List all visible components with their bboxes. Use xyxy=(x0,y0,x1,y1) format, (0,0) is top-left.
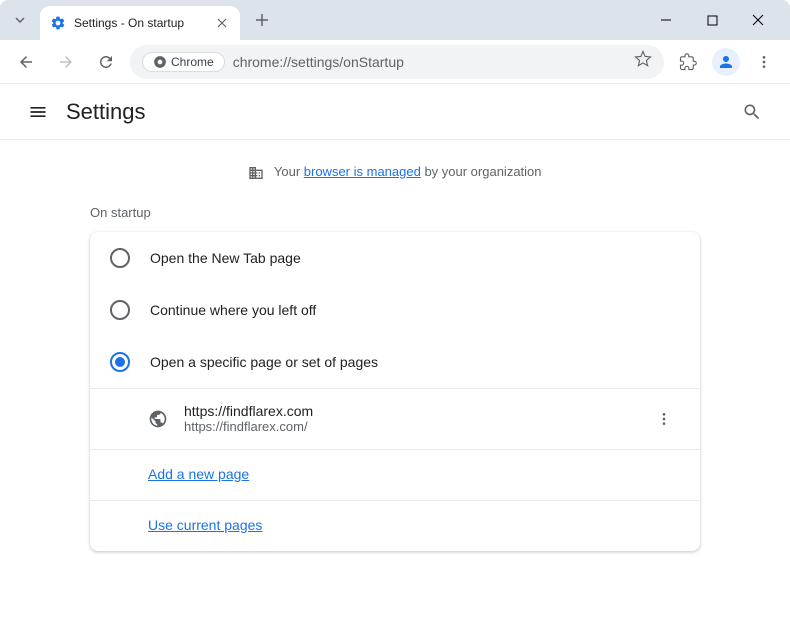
puzzle-icon xyxy=(679,53,697,71)
building-icon xyxy=(248,165,264,181)
option-new-tab-label: Open the New Tab page xyxy=(150,250,301,266)
extensions-button[interactable] xyxy=(672,46,704,78)
star-icon xyxy=(634,50,652,68)
add-page-link[interactable]: Add a new page xyxy=(148,466,249,482)
settings-title: Settings xyxy=(66,99,146,125)
more-vertical-icon xyxy=(656,411,672,427)
add-page-row: Add a new page xyxy=(90,449,700,500)
option-new-tab[interactable]: Open the New Tab page xyxy=(90,232,700,284)
chip-label: Chrome xyxy=(171,55,214,69)
settings-menu-button[interactable] xyxy=(20,94,56,130)
site-chip[interactable]: Chrome xyxy=(142,52,225,72)
profile-button[interactable] xyxy=(712,48,740,76)
tab-close-button[interactable] xyxy=(214,15,230,31)
page-more-button[interactable] xyxy=(648,403,680,435)
browser-tab[interactable]: Settings - On startup xyxy=(40,6,240,40)
window-titlebar: Settings - On startup xyxy=(0,0,790,40)
radio-icon xyxy=(110,300,130,320)
reload-button[interactable] xyxy=(90,46,122,78)
hamburger-icon xyxy=(28,102,48,122)
option-specific-pages[interactable]: Open a specific page or set of pages xyxy=(90,336,700,388)
tab-search-button[interactable] xyxy=(8,8,32,32)
startup-options-card: Open the New Tab page Continue where you… xyxy=(90,232,700,551)
forward-button[interactable] xyxy=(50,46,82,78)
maximize-icon xyxy=(707,15,718,26)
radio-checked-icon xyxy=(110,352,130,372)
radio-icon xyxy=(110,248,130,268)
menu-button[interactable] xyxy=(748,46,780,78)
person-icon xyxy=(717,53,735,71)
plus-icon xyxy=(255,13,269,27)
minimize-icon xyxy=(660,14,672,26)
close-window-button[interactable] xyxy=(744,6,772,34)
new-tab-button[interactable] xyxy=(248,6,276,34)
option-specific-label: Open a specific page or set of pages xyxy=(150,354,378,370)
search-icon xyxy=(742,102,762,122)
back-button[interactable] xyxy=(10,46,42,78)
minimize-button[interactable] xyxy=(652,6,680,34)
tab-title: Settings - On startup xyxy=(74,16,214,30)
use-current-row: Use current pages xyxy=(90,500,700,551)
settings-content: Your browser is managed by your organiza… xyxy=(0,140,790,567)
more-vertical-icon xyxy=(756,54,772,70)
chrome-logo-icon xyxy=(153,55,167,69)
option-continue[interactable]: Continue where you left off xyxy=(90,284,700,336)
option-continue-label: Continue where you left off xyxy=(150,302,316,318)
startup-page-row: https://findflarex.com https://findflare… xyxy=(90,388,700,449)
url-text: chrome://settings/onStartup xyxy=(233,54,626,70)
page-info: https://findflarex.com https://findflare… xyxy=(184,403,632,434)
page-url: https://findflarex.com/ xyxy=(184,419,632,434)
arrow-right-icon xyxy=(57,53,75,71)
address-bar[interactable]: Chrome chrome://settings/onStartup xyxy=(130,45,664,79)
bookmark-button[interactable] xyxy=(634,50,652,73)
managed-link[interactable]: browser is managed xyxy=(304,164,421,179)
managed-suffix: by your organization xyxy=(421,164,542,179)
close-icon xyxy=(752,14,764,26)
globe-icon xyxy=(148,409,168,429)
settings-header: Settings xyxy=(0,84,790,140)
use-current-link[interactable]: Use current pages xyxy=(148,517,262,533)
settings-gear-icon xyxy=(50,15,66,31)
managed-notice: Your browser is managed by your organiza… xyxy=(0,156,790,189)
managed-prefix: Your xyxy=(274,164,304,179)
search-settings-button[interactable] xyxy=(734,94,770,130)
close-icon xyxy=(217,18,227,28)
arrow-left-icon xyxy=(17,53,35,71)
window-controls xyxy=(652,6,782,34)
section-title: On startup xyxy=(0,189,790,232)
reload-icon xyxy=(97,53,115,71)
maximize-button[interactable] xyxy=(698,6,726,34)
chevron-down-icon xyxy=(14,14,26,26)
page-name: https://findflarex.com xyxy=(184,403,632,419)
browser-toolbar: Chrome chrome://settings/onStartup xyxy=(0,40,790,84)
